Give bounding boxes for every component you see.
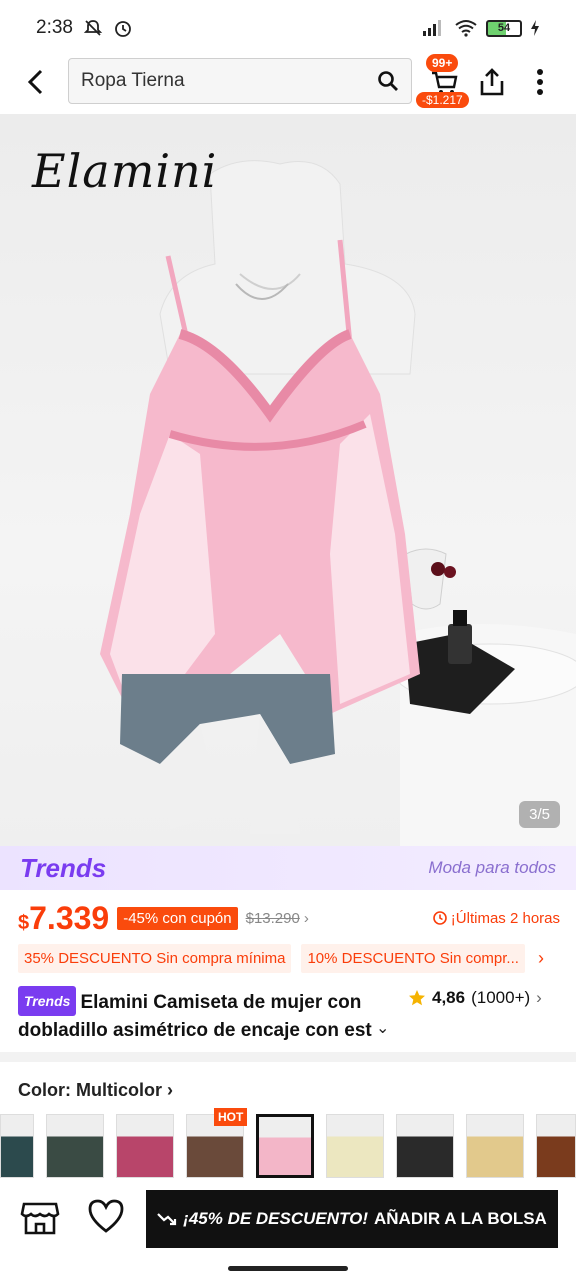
color-swatch[interactable] bbox=[0, 1114, 34, 1178]
color-swatch[interactable] bbox=[116, 1114, 174, 1178]
add-to-bag-promo: ¡45% DE DESCUENTO! bbox=[183, 1209, 368, 1228]
section-divider bbox=[0, 1052, 576, 1062]
status-right: 54 bbox=[422, 19, 540, 37]
add-to-bag-button[interactable]: ¡45% DE DESCUENTO! AÑADIR A LA BOLSA bbox=[146, 1190, 558, 1248]
add-to-bag-label: AÑADIR A LA BOLSA bbox=[374, 1209, 547, 1228]
signal-icon bbox=[423, 20, 441, 36]
clock-icon bbox=[432, 910, 447, 925]
search-bar[interactable]: Ropa Tierna bbox=[68, 58, 412, 104]
coupon-chip[interactable]: 10% DESCUENTO Sin compr... bbox=[301, 943, 525, 973]
price-row: $7.339 -45% con cupón $13.290 › ¡Últimas… bbox=[0, 896, 576, 940]
product-image-carousel[interactable]: Elamini 3/5 bbox=[0, 114, 576, 846]
trends-tag: Trends bbox=[18, 986, 77, 1016]
system-nav-bar bbox=[0, 1256, 576, 1280]
search-input[interactable]: Ropa Tierna bbox=[81, 70, 377, 92]
color-swatch[interactable] bbox=[536, 1114, 576, 1178]
trends-logo: Trends bbox=[20, 852, 107, 883]
back-button[interactable] bbox=[18, 64, 54, 100]
trends-banner[interactable]: Trends Moda para todos bbox=[0, 846, 576, 890]
trends-tagline: Moda para todos bbox=[428, 858, 556, 877]
store-button[interactable] bbox=[20, 1200, 62, 1236]
urgency-timer: ¡Últimas 2 horas bbox=[432, 909, 560, 927]
product-photo bbox=[100, 160, 576, 846]
chevron-right-icon[interactable]: › bbox=[304, 910, 309, 927]
search-icon[interactable] bbox=[377, 70, 399, 92]
urgency-text: ¡Últimas 2 horas bbox=[450, 909, 560, 927]
cart-savings-badge: -$1.217 bbox=[416, 92, 469, 108]
more-vertical-icon bbox=[537, 69, 543, 95]
wifi-icon bbox=[455, 20, 477, 37]
header: Ropa Tierna 99+ -$1.217 bbox=[0, 54, 576, 112]
battery-indicator: 54 bbox=[486, 19, 522, 37]
color-swatch[interactable] bbox=[46, 1114, 104, 1178]
brand-logo: Elamini bbox=[32, 144, 218, 198]
image-counter: 3/5 bbox=[519, 801, 560, 828]
currency-symbol: $ bbox=[18, 911, 30, 934]
coupon-chip[interactable]: 35% DESCUENTO Sin compra mínima bbox=[18, 943, 292, 973]
color-swatch[interactable] bbox=[396, 1114, 454, 1178]
rating-score: 4,86 bbox=[432, 988, 466, 1007]
color-swatch-selected[interactable] bbox=[256, 1114, 314, 1178]
original-price[interactable]: $13.290 bbox=[246, 910, 300, 927]
color-selector-label[interactable]: Color: Multicolor › bbox=[18, 1080, 173, 1101]
hot-badge: HOT bbox=[214, 1108, 248, 1126]
coupons-chevron-right-icon[interactable]: › bbox=[538, 948, 544, 969]
color-swatches bbox=[0, 1114, 576, 1184]
coupon-row: 35% DESCUENTO Sin compra mínima 10% DESC… bbox=[18, 942, 576, 974]
store-icon bbox=[20, 1202, 60, 1235]
share-icon bbox=[480, 68, 504, 96]
color-swatch[interactable] bbox=[326, 1114, 384, 1178]
current-price: $7.339 bbox=[18, 900, 109, 937]
current-price-value: 7.339 bbox=[29, 899, 110, 936]
trending-down-icon bbox=[157, 1213, 177, 1226]
rating-summary[interactable]: 4,86 (1000+) › bbox=[408, 988, 542, 1008]
product-title[interactable]: Trends Elamini Camiseta de mujer con dobl… bbox=[18, 986, 400, 1045]
color-label-text: Color: Multicolor bbox=[18, 1080, 162, 1100]
cart-count-badge: 99+ bbox=[426, 54, 459, 72]
back-arrow-icon bbox=[27, 69, 43, 95]
status-left: 2:38 bbox=[36, 17, 133, 39]
chevron-right-icon: › bbox=[167, 1080, 173, 1100]
discount-badge: -45% con cupón bbox=[117, 906, 238, 930]
status-bar: 2:38 54 bbox=[0, 0, 576, 56]
star-icon bbox=[409, 990, 425, 1006]
review-count: (1000+) bbox=[471, 988, 531, 1007]
wishlist-button[interactable] bbox=[86, 1198, 126, 1238]
status-time: 2:38 bbox=[36, 17, 73, 38]
home-gesture-handle[interactable] bbox=[228, 1266, 348, 1271]
share-button[interactable] bbox=[474, 62, 510, 102]
more-options-button[interactable] bbox=[524, 62, 556, 102]
color-swatch[interactable] bbox=[466, 1114, 524, 1178]
heart-icon bbox=[88, 1199, 124, 1233]
charging-icon bbox=[531, 20, 539, 36]
alarm-icon bbox=[115, 21, 131, 37]
bottom-action-bar: ¡45% DE DESCUENTO! AÑADIR A LA BOLSA bbox=[0, 1182, 576, 1254]
muted-bell-icon bbox=[83, 20, 103, 36]
expand-title-chevron-down-icon[interactable]: ⌄ bbox=[376, 1018, 389, 1038]
chevron-right-icon: › bbox=[536, 988, 542, 1007]
